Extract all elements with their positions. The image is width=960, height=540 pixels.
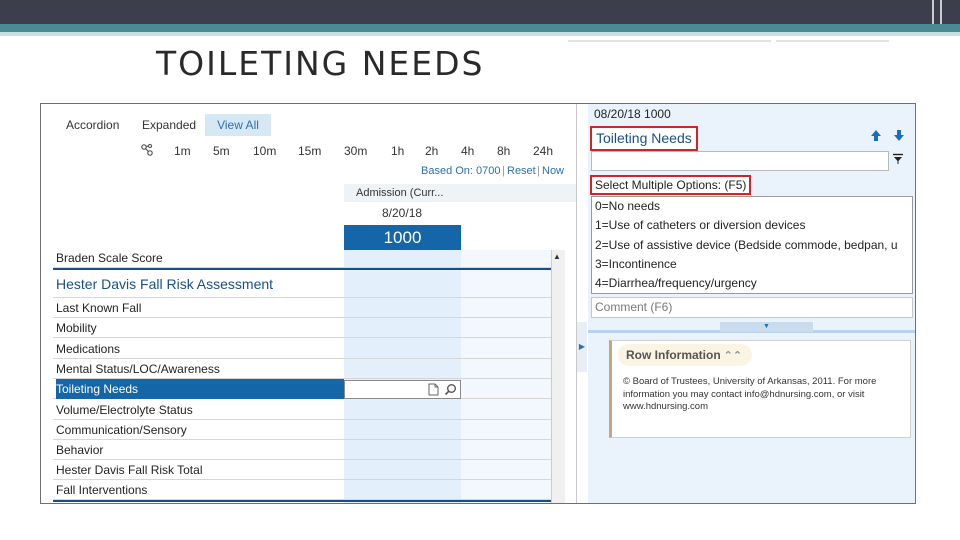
- filter-icon[interactable]: [892, 153, 904, 168]
- separator: |: [537, 165, 540, 177]
- interval-1m[interactable]: 1m: [174, 144, 191, 158]
- select-multiple-label: Select Multiple Options: (F5): [590, 175, 752, 195]
- row-information-title: Row Information: [626, 348, 721, 362]
- comment-field[interactable]: Comment (F6): [591, 297, 913, 318]
- interval-2h[interactable]: 2h: [425, 144, 438, 158]
- slide-title: TOILETING NEEDS: [156, 44, 485, 83]
- decorative-line: [776, 40, 889, 42]
- interval-15m[interactable]: 15m: [298, 144, 321, 158]
- interval-30m[interactable]: 30m: [344, 144, 367, 158]
- detail-pane: 08/20/18 1000 Toileting Needs Select Mul…: [588, 104, 915, 503]
- separator: |: [502, 165, 505, 177]
- row-label: Braden Scale Score: [56, 251, 163, 265]
- row-information-header[interactable]: Row Information ⌃⌃: [618, 344, 753, 366]
- row-label: Volume/Electrolyte Status: [56, 403, 193, 417]
- search-icon[interactable]: [444, 383, 457, 396]
- move-down-arrow-icon[interactable]: [893, 129, 905, 145]
- interval-8h[interactable]: 8h: [497, 144, 510, 158]
- row-label: Toileting Needs: [56, 379, 344, 399]
- option-item[interactable]: 4=Diarrhea/frequency/urgency: [595, 276, 757, 290]
- row-label: Last Known Fall: [56, 301, 142, 315]
- interval-5m[interactable]: 5m: [213, 144, 230, 158]
- row-braden-scale-score[interactable]: Braden Scale Score: [53, 248, 551, 268]
- options-list[interactable]: 0=No needs 1=Use of catheters or diversi…: [591, 196, 913, 294]
- based-on-link[interactable]: Based On: 0700: [421, 165, 501, 177]
- row-volume-electrolyte[interactable]: Volume/Electrolyte Status: [53, 400, 551, 420]
- pane-divider: [576, 104, 577, 503]
- slide-accent-bar: [0, 24, 960, 32]
- row-behavior[interactable]: Behavior: [53, 440, 551, 460]
- row-toileting-needs[interactable]: Toileting Needs: [53, 379, 551, 399]
- option-item[interactable]: 2=Use of assistive device (Bedside commo…: [595, 238, 898, 252]
- interval-4h[interactable]: 4h: [461, 144, 474, 158]
- row-medications[interactable]: Medications: [53, 339, 551, 359]
- option-item[interactable]: 0=No needs: [595, 199, 660, 213]
- row-mobility[interactable]: Mobility: [53, 318, 551, 338]
- detail-title: Toileting Needs: [590, 126, 698, 151]
- row-label: Medications: [56, 342, 121, 356]
- row-label: Communication/Sensory: [56, 423, 187, 437]
- row-mental-status[interactable]: Mental Status/LOC/Awareness: [53, 359, 551, 379]
- decorative-divider: [932, 0, 934, 24]
- link-icon[interactable]: [140, 143, 154, 160]
- row-information-panel: Row Information ⌃⌃ © Board of Trustees, U…: [609, 340, 911, 438]
- slide-accent-line: [0, 32, 960, 36]
- tab-accordion[interactable]: Accordion: [61, 114, 124, 136]
- tab-view-all[interactable]: View All: [205, 114, 271, 136]
- decorative-line: [568, 40, 771, 42]
- section-label: Hester Davis Fall Risk Assessment: [56, 276, 274, 292]
- section-divider: [53, 500, 551, 502]
- row-label: Behavior: [56, 443, 104, 457]
- flowsheet-pane: Accordion Expanded View All 1m 5m 10m 15…: [41, 104, 576, 503]
- option-item[interactable]: 1=Use of catheters or diversion devices: [595, 218, 805, 232]
- frame-edge: [915, 104, 916, 503]
- interval-1h[interactable]: 1h: [391, 144, 404, 158]
- interval-24h[interactable]: 24h: [533, 144, 553, 158]
- section-divider: [53, 268, 551, 270]
- row-label: Mental Status/LOC/Awareness: [56, 362, 220, 376]
- section-hester-davis[interactable]: Hester Davis Fall Risk Assessment: [53, 272, 551, 298]
- row-label: Hester Davis Fall Risk Total: [56, 463, 203, 477]
- reset-link[interactable]: Reset: [507, 165, 536, 177]
- scroll-up-arrow-icon[interactable]: ▲: [553, 252, 561, 261]
- row-fall-interventions[interactable]: Fall Interventions: [53, 480, 551, 500]
- slide: TOILETING NEEDS Accordion Expanded View …: [0, 0, 960, 540]
- move-up-arrow-icon[interactable]: [870, 129, 882, 145]
- column-time[interactable]: 1000: [344, 225, 461, 250]
- decorative-divider: [940, 0, 942, 24]
- row-communication-sensory[interactable]: Communication/Sensory: [53, 420, 551, 440]
- document-icon[interactable]: [427, 383, 440, 396]
- collapse-pane-icon[interactable]: ▶: [577, 322, 587, 372]
- chevron-up-icon[interactable]: ⌃⌃: [724, 350, 742, 362]
- row-label: Fall Interventions: [56, 483, 148, 497]
- column-date: 8/20/18: [382, 206, 423, 220]
- column-header[interactable]: Admission (Curr...: [344, 184, 576, 202]
- row-information-text: © Board of Trustees, University of Arkan…: [623, 376, 877, 412]
- slide-top-bar: [0, 0, 960, 24]
- row-fall-risk-total[interactable]: Hester Davis Fall Risk Total: [53, 460, 551, 480]
- value-input[interactable]: [591, 151, 889, 171]
- vertical-scrollbar[interactable]: [551, 250, 565, 503]
- expand-chevron-icon[interactable]: ▼: [720, 322, 813, 332]
- option-item[interactable]: 3=Incontinence: [595, 257, 677, 271]
- tab-expanded[interactable]: Expanded: [137, 114, 201, 136]
- row-last-known-fall[interactable]: Last Known Fall: [53, 298, 551, 318]
- row-label: Mobility: [56, 321, 97, 335]
- now-link[interactable]: Now: [542, 165, 564, 177]
- detail-datetime: 08/20/18 1000: [594, 107, 671, 121]
- interval-10m[interactable]: 10m: [253, 144, 276, 158]
- toileting-needs-cell-input[interactable]: [344, 380, 461, 399]
- ehr-screenshot: Accordion Expanded View All 1m 5m 10m 15…: [40, 103, 916, 504]
